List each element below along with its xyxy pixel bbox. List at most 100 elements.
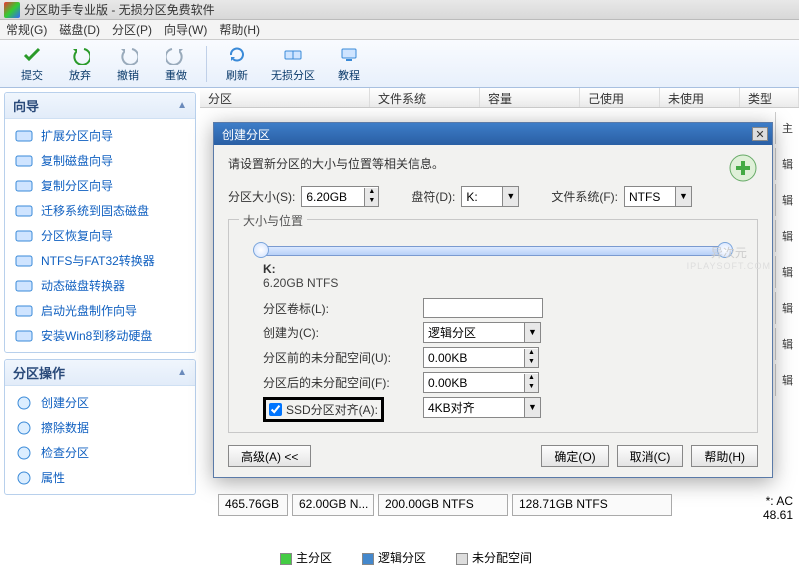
ssd-align-checkbox[interactable] — [269, 403, 282, 416]
undo-button[interactable]: 撤销 — [104, 42, 152, 86]
menu-disk[interactable]: 磁盘(D) — [59, 21, 100, 38]
left-panel: 向导 ▲ 扩展分区向导复制磁盘向导复制分区向导迁移系统到固态磁盘分区恢复向导NT… — [0, 88, 200, 572]
form-grid: 分区卷标(L): 创建为(C): ▼ 分区前的未分配空间(U): ▲▼ 分区后的… — [263, 298, 741, 422]
wizard-panel-header[interactable]: 向导 ▲ — [5, 93, 195, 119]
wizard-item[interactable]: 启动光盘制作向导 — [5, 298, 195, 323]
wizard-item[interactable]: 分区恢复向导 — [5, 223, 195, 248]
chevron-down-icon[interactable]: ▼ — [524, 398, 540, 417]
column-headers: 分区 文件系统 容量 己使用 未使用 类型 — [200, 88, 799, 108]
ssd-align-combo[interactable]: ▼ — [423, 397, 541, 418]
col-unused[interactable]: 未使用 — [660, 88, 740, 107]
main-toolbar: 提交 放弃 撤销 重做 刷新 无损分区 教程 — [0, 40, 799, 88]
undo-icon — [118, 45, 138, 65]
wizard-item[interactable]: 动态磁盘转换器 — [5, 273, 195, 298]
slider-handle-left[interactable] — [253, 242, 269, 258]
right-edge-column: 主辑辑辑辑辑辑辑 — [775, 112, 799, 396]
disk-seg-2[interactable]: 200.00GB NTFS — [378, 494, 508, 516]
partition-slider[interactable] — [253, 240, 733, 260]
wizard-item[interactable]: 迁移系统到固态磁盘 — [5, 198, 195, 223]
advanced-toggle-button[interactable]: 高级(A) << — [228, 445, 311, 467]
wizard-item-icon — [15, 153, 33, 169]
menu-wizard[interactable]: 向导(W) — [164, 21, 207, 38]
wizard-item-icon — [15, 128, 33, 144]
operation-item-icon — [15, 445, 33, 461]
redo-icon — [166, 45, 186, 65]
wizard-panel: 向导 ▲ 扩展分区向导复制磁盘向导复制分区向导迁移系统到固态磁盘分区恢复向导NT… — [4, 92, 196, 353]
redo-button[interactable]: 重做 — [152, 42, 200, 86]
wizard-item[interactable]: 安装Win8到移动硬盘 — [5, 323, 195, 348]
col-used[interactable]: 己使用 — [580, 88, 660, 107]
disk-total[interactable]: 465.76GB — [218, 494, 288, 516]
operations-panel: 分区操作 ▲ 创建分区擦除数据检查分区属性 — [4, 359, 196, 495]
ssd-align-highlight: SSD分区对齐(A): — [263, 397, 384, 422]
chevron-down-icon[interactable]: ▼ — [524, 323, 540, 342]
volume-label-label: 分区卷标(L): — [263, 298, 413, 318]
create-as-label: 创建为(C): — [263, 322, 413, 343]
undo-arrow-icon — [70, 45, 90, 65]
group-label: 大小与位置 — [239, 212, 307, 229]
fs-label: 文件系统(F): — [551, 188, 618, 205]
ssd-align-row: SSD分区对齐(A): — [263, 397, 413, 422]
slider-info: K: 6.20GB NTFS — [263, 262, 723, 290]
refresh-button[interactable]: 刷新 — [213, 42, 261, 86]
menu-help[interactable]: 帮助(H) — [219, 21, 260, 38]
wizard-item[interactable]: 复制分区向导 — [5, 173, 195, 198]
disk-seg-3[interactable]: 128.71GB NTFS — [512, 494, 672, 516]
space-after-spinner[interactable]: ▲▼ — [423, 372, 539, 393]
operation-item[interactable]: 属性 — [5, 465, 195, 490]
operation-item[interactable]: 擦除数据 — [5, 415, 195, 440]
slider-handle-right[interactable] — [717, 242, 733, 258]
operation-item[interactable]: 创建分区 — [5, 390, 195, 415]
spin-down[interactable]: ▼ — [364, 197, 378, 206]
legend-logical-swatch — [362, 553, 374, 565]
wizard-item[interactable]: 复制磁盘向导 — [5, 148, 195, 173]
menu-partition[interactable]: 分区(P) — [112, 21, 152, 38]
cancel-button[interactable]: 取消(C) — [617, 445, 684, 467]
lossless-button[interactable]: 无损分区 — [261, 42, 325, 86]
help-button[interactable]: 帮助(H) — [691, 445, 758, 467]
operation-item-icon — [15, 470, 33, 486]
wizard-item-icon — [15, 253, 33, 269]
wizard-item-icon — [15, 303, 33, 319]
volume-label-input[interactable] — [423, 298, 543, 318]
wizard-item[interactable]: 扩展分区向导 — [5, 123, 195, 148]
dialog-titlebar[interactable]: 创建分区 ✕ — [214, 123, 772, 145]
fs-value[interactable] — [625, 190, 675, 204]
fs-combo[interactable]: ▼ — [624, 186, 692, 207]
wizard-item[interactable]: NTFS与FAT32转换器 — [5, 248, 195, 273]
ok-button[interactable]: 确定(O) — [541, 445, 608, 467]
disk-seg-1[interactable]: 62.00GB N... — [292, 494, 374, 516]
tutorial-button[interactable]: 教程 — [325, 42, 373, 86]
chevron-down-icon[interactable]: ▼ — [502, 187, 518, 206]
space-after-label: 分区后的未分配空间(F): — [263, 372, 413, 393]
collapse-icon: ▲ — [177, 100, 187, 111]
space-before-spinner[interactable]: ▲▼ — [423, 347, 539, 368]
size-spinner[interactable]: ▲▼ — [301, 186, 379, 207]
size-label: 分区大小(S): — [228, 188, 295, 205]
window-title: 分区助手专业版 - 无损分区免费软件 — [24, 1, 215, 18]
col-filesystem[interactable]: 文件系统 — [370, 88, 480, 107]
spin-up[interactable]: ▲ — [364, 188, 378, 197]
slider-track — [261, 246, 725, 256]
disk-tail: *: AC48.61 — [763, 494, 799, 516]
wizard-item-icon — [15, 328, 33, 344]
wizard-item-icon — [15, 178, 33, 194]
col-type[interactable]: 类型 — [740, 88, 799, 107]
operation-item[interactable]: 检查分区 — [5, 440, 195, 465]
wizard-item-icon — [15, 203, 33, 219]
create-as-combo[interactable]: ▼ — [423, 322, 541, 343]
close-button[interactable]: ✕ — [752, 127, 768, 141]
app-icon — [4, 2, 20, 18]
menu-bar: 常规(G) 磁盘(D) 分区(P) 向导(W) 帮助(H) — [0, 20, 799, 40]
drive-value[interactable] — [462, 190, 502, 204]
size-position-group: 大小与位置 K: 6.20GB NTFS 分区卷标(L): 创建为(C): ▼ … — [228, 219, 758, 433]
drive-combo[interactable]: ▼ — [461, 186, 519, 207]
col-partition[interactable]: 分区 — [200, 88, 370, 107]
commit-button[interactable]: 提交 — [8, 42, 56, 86]
menu-general[interactable]: 常规(G) — [6, 21, 47, 38]
size-input[interactable] — [302, 190, 364, 204]
operations-panel-header[interactable]: 分区操作 ▲ — [5, 360, 195, 386]
col-capacity[interactable]: 容量 — [480, 88, 580, 107]
discard-button[interactable]: 放弃 — [56, 42, 104, 86]
chevron-down-icon[interactable]: ▼ — [675, 187, 691, 206]
